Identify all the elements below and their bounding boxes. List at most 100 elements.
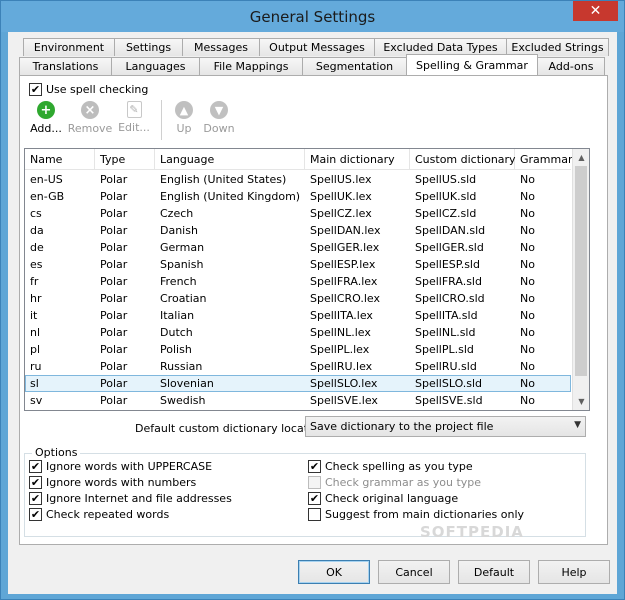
- table-row[interactable]: sl Polar Slovenian SpellSLO.lex SpellSLO.sld…: [25, 375, 571, 392]
- edit-button[interactable]: ✎ Edit...: [112, 98, 156, 142]
- scroll-up-icon[interactable]: ▲: [573, 149, 589, 166]
- checkbox-box[interactable]: ✔: [29, 492, 42, 505]
- table-cell: Polar: [100, 241, 128, 254]
- option-checkbox[interactable]: ✔ Ignore Internet and file addresses: [29, 492, 232, 505]
- table-cell: Slovenian: [160, 377, 214, 390]
- tab-label: Languages: [125, 60, 186, 73]
- option-checkbox[interactable]: Check grammar as you type: [308, 476, 481, 489]
- column-header-language[interactable]: Language: [155, 149, 305, 170]
- dictionary-list[interactable]: Name Type Language Main dictionary Custo…: [24, 148, 590, 411]
- checkbox-box[interactable]: ✔: [308, 492, 321, 505]
- remove-button[interactable]: × Remove: [68, 98, 112, 142]
- cancel-button[interactable]: Cancel: [378, 560, 450, 584]
- column-header-grammar[interactable]: Grammar: [515, 149, 572, 170]
- table-cell: Polar: [100, 207, 128, 220]
- table-cell: No: [520, 190, 535, 203]
- tab-messages[interactable]: Messages: [182, 38, 260, 56]
- scroll-down-icon[interactable]: ▼: [573, 393, 589, 410]
- table-cell: SpellDAN.sld: [415, 224, 486, 237]
- tab-row-bottom: Translations Languages File Mappings Seg…: [19, 54, 605, 75]
- table-row[interactable]: hr Polar Croatian SpellCRO.lex SpellCRO.sld N…: [25, 290, 571, 307]
- ok-button[interactable]: OK: [298, 560, 370, 584]
- option-checkbox[interactable]: Suggest from main dictionaries only: [308, 508, 524, 521]
- checkbox-box[interactable]: [308, 508, 321, 521]
- tab-segmentation[interactable]: Segmentation: [302, 57, 407, 75]
- table-row[interactable]: fr Polar French SpellFRA.lex SpellFRA.sld No: [25, 273, 571, 290]
- add-button[interactable]: + Add...: [24, 98, 68, 142]
- tab-label: Translations: [32, 60, 99, 73]
- dictionary-location-label: Default custom dictionary location:: [135, 422, 329, 435]
- checkbox-box[interactable]: [308, 476, 321, 489]
- tab-settings[interactable]: Settings: [114, 38, 183, 56]
- column-header-custom-dictionary[interactable]: Custom dictionary: [410, 149, 516, 170]
- table-row[interactable]: en-US Polar English (United States) SpellUS…: [25, 171, 571, 188]
- checkbox-label: Suggest from main dictionaries only: [325, 508, 525, 521]
- down-button[interactable]: ▼ Down: [201, 98, 237, 142]
- column-header-type[interactable]: Type: [95, 149, 155, 170]
- checkbox-box[interactable]: ✔: [29, 508, 42, 521]
- table-cell: No: [520, 173, 535, 186]
- column-header-name[interactable]: Name: [25, 149, 95, 170]
- table-cell: Polar: [100, 275, 128, 288]
- table-cell: SpellUS.lex: [310, 173, 372, 186]
- vertical-scrollbar[interactable]: ▲ ▼: [572, 149, 589, 410]
- table-cell: Polar: [100, 258, 128, 271]
- table-row[interactable]: it Polar Italian SpellITA.lex SpellITA.sld No: [25, 307, 571, 324]
- tab-spelling-grammar[interactable]: Spelling & Grammar: [406, 54, 538, 75]
- column-header-main-dictionary[interactable]: Main dictionary: [305, 149, 410, 170]
- table-row[interactable]: en-GB Polar English (United Kingdom) SpellU…: [25, 188, 571, 205]
- option-checkbox[interactable]: ✔ Check spelling as you type: [308, 460, 473, 473]
- help-button[interactable]: Help: [538, 560, 610, 584]
- table-row[interactable]: de Polar German SpellGER.lex SpellGER.sld No: [25, 239, 571, 256]
- table-cell: Polar: [100, 394, 128, 407]
- select-value: Save dictionary to the project file: [310, 420, 494, 433]
- table-cell: Croatian: [160, 292, 207, 305]
- table-row[interactable]: ru Polar Russian SpellRU.lex SpellRU.sld No: [25, 358, 571, 375]
- table-cell: Polar: [100, 292, 128, 305]
- tab-add-ons[interactable]: Add-ons: [537, 57, 605, 75]
- up-button[interactable]: ▲ Up: [167, 98, 201, 142]
- tab-label: Environment: [33, 41, 105, 54]
- dialog-client-area: Environment Settings Messages Output Mes…: [8, 32, 617, 594]
- close-button[interactable]: ✕: [573, 1, 618, 21]
- table-cell: Polar: [100, 224, 128, 237]
- table-cell: SpellESP.sld: [415, 258, 480, 271]
- toolbar-separator: [161, 100, 162, 140]
- dictionary-location-select[interactable]: Save dictionary to the project file ▼: [305, 416, 586, 437]
- option-checkbox[interactable]: ✔ Ignore words with UPPERCASE: [29, 460, 212, 473]
- checkbox-box[interactable]: ✔: [29, 83, 42, 96]
- table-cell: SpellRU.lex: [310, 360, 373, 373]
- tab-languages[interactable]: Languages: [111, 57, 200, 75]
- option-checkbox[interactable]: ✔ Check original language: [308, 492, 458, 505]
- table-row[interactable]: nl Polar Dutch SpellNL.lex SpellNL.sld No: [25, 324, 571, 341]
- table-cell: Spanish: [160, 258, 204, 271]
- option-checkbox[interactable]: ✔ Check repeated words: [29, 508, 169, 521]
- window-title: General Settings: [249, 7, 376, 26]
- table-row[interactable]: cs Polar Czech SpellCZ.lex SpellCZ.sld No: [25, 205, 571, 222]
- table-row[interactable]: pl Polar Polish SpellPL.lex SpellPL.sld No: [25, 341, 571, 358]
- checkbox-box[interactable]: ✔: [308, 460, 321, 473]
- checkbox-box[interactable]: ✔: [29, 460, 42, 473]
- tab-translations[interactable]: Translations: [19, 57, 112, 75]
- table-cell: SpellSLO.lex: [310, 377, 378, 390]
- table-row[interactable]: es Polar Spanish SpellESP.lex SpellESP.sld No: [25, 256, 571, 273]
- table-row[interactable]: da Polar Danish SpellDAN.lex SpellDAN.sld No: [25, 222, 571, 239]
- use-spell-checking-checkbox[interactable]: ✔ Use spell checking: [29, 83, 148, 96]
- option-checkbox[interactable]: ✔ Ignore words with numbers: [29, 476, 196, 489]
- checkbox-label: Use spell checking: [46, 83, 149, 96]
- table-cell: SpellRU.sld: [415, 360, 477, 373]
- tab-label: Excluded Strings: [511, 41, 604, 54]
- title-bar[interactable]: General Settings ✕: [1, 1, 624, 32]
- table-cell: No: [520, 394, 535, 407]
- table-cell: Russian: [160, 360, 203, 373]
- table-cell: SpellPL.lex: [310, 343, 370, 356]
- default-button[interactable]: Default: [458, 560, 530, 584]
- table-cell: Czech: [160, 207, 194, 220]
- table-row[interactable]: sv Polar Swedish SpellSVE.lex SpellSVE.sld No: [25, 392, 571, 409]
- scroll-thumb[interactable]: [575, 166, 587, 376]
- tab-file-mappings[interactable]: File Mappings: [199, 57, 303, 75]
- tab-environment[interactable]: Environment: [23, 38, 115, 56]
- checkbox-box[interactable]: ✔: [29, 476, 42, 489]
- tab-output-messages[interactable]: Output Messages: [259, 38, 375, 56]
- checkbox-label: Ignore words with numbers: [46, 476, 197, 489]
